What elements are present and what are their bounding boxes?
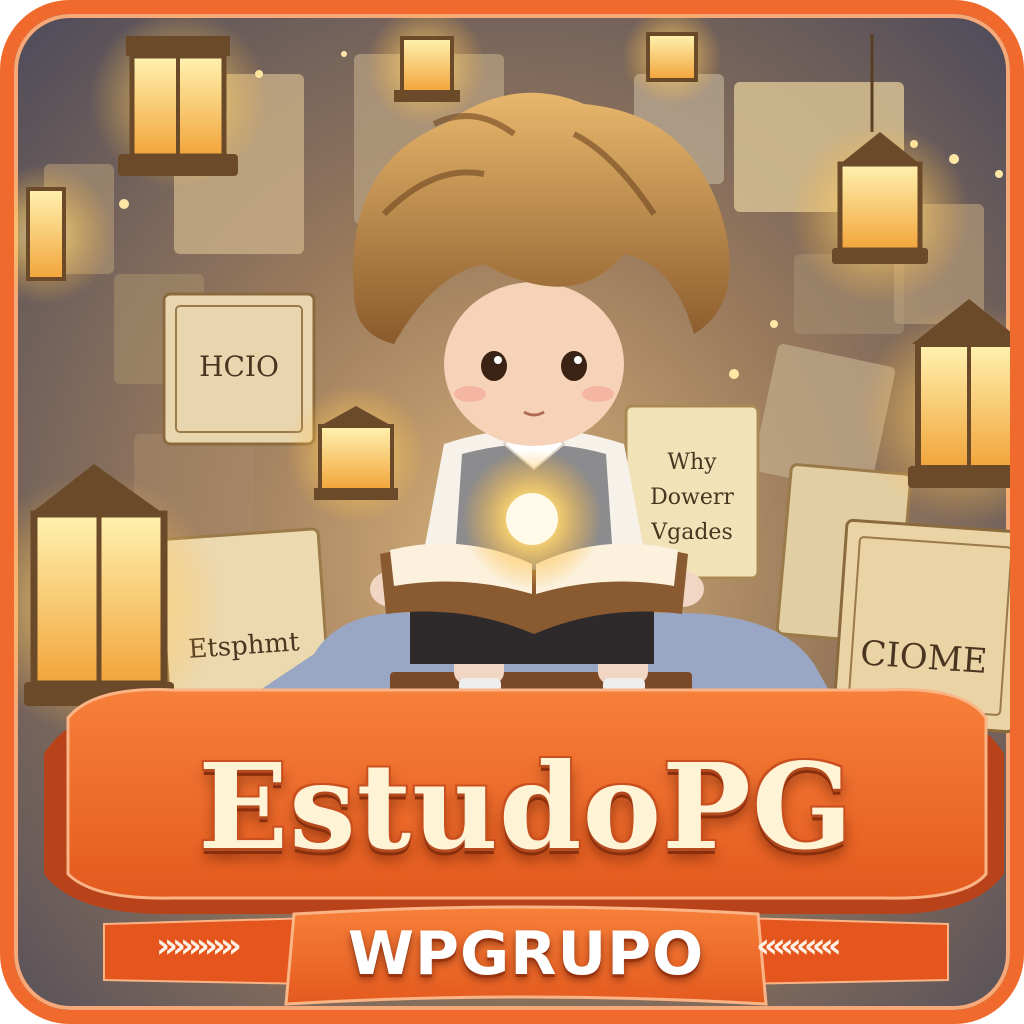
svg-text:Why: Why [667, 450, 717, 475]
svg-text:Dowerr: Dowerr [650, 485, 734, 510]
illustration-scene: HCIO Why Dowerr Vgades Etsphmt CIOME [14, 14, 1010, 1006]
book-card-hcio: HCIO [162, 292, 316, 446]
svg-text:Vgades: Vgades [650, 520, 732, 545]
lantern-icon [286, 384, 426, 524]
title-banner [44, 688, 1004, 1006]
svg-text:HCIO: HCIO [199, 350, 279, 383]
app-icon-frame: HCIO Why Dowerr Vgades Etsphmt CIOME Est… [0, 0, 1024, 1024]
lantern-icon [790, 34, 970, 304]
lantern-icon [89, 14, 269, 189]
